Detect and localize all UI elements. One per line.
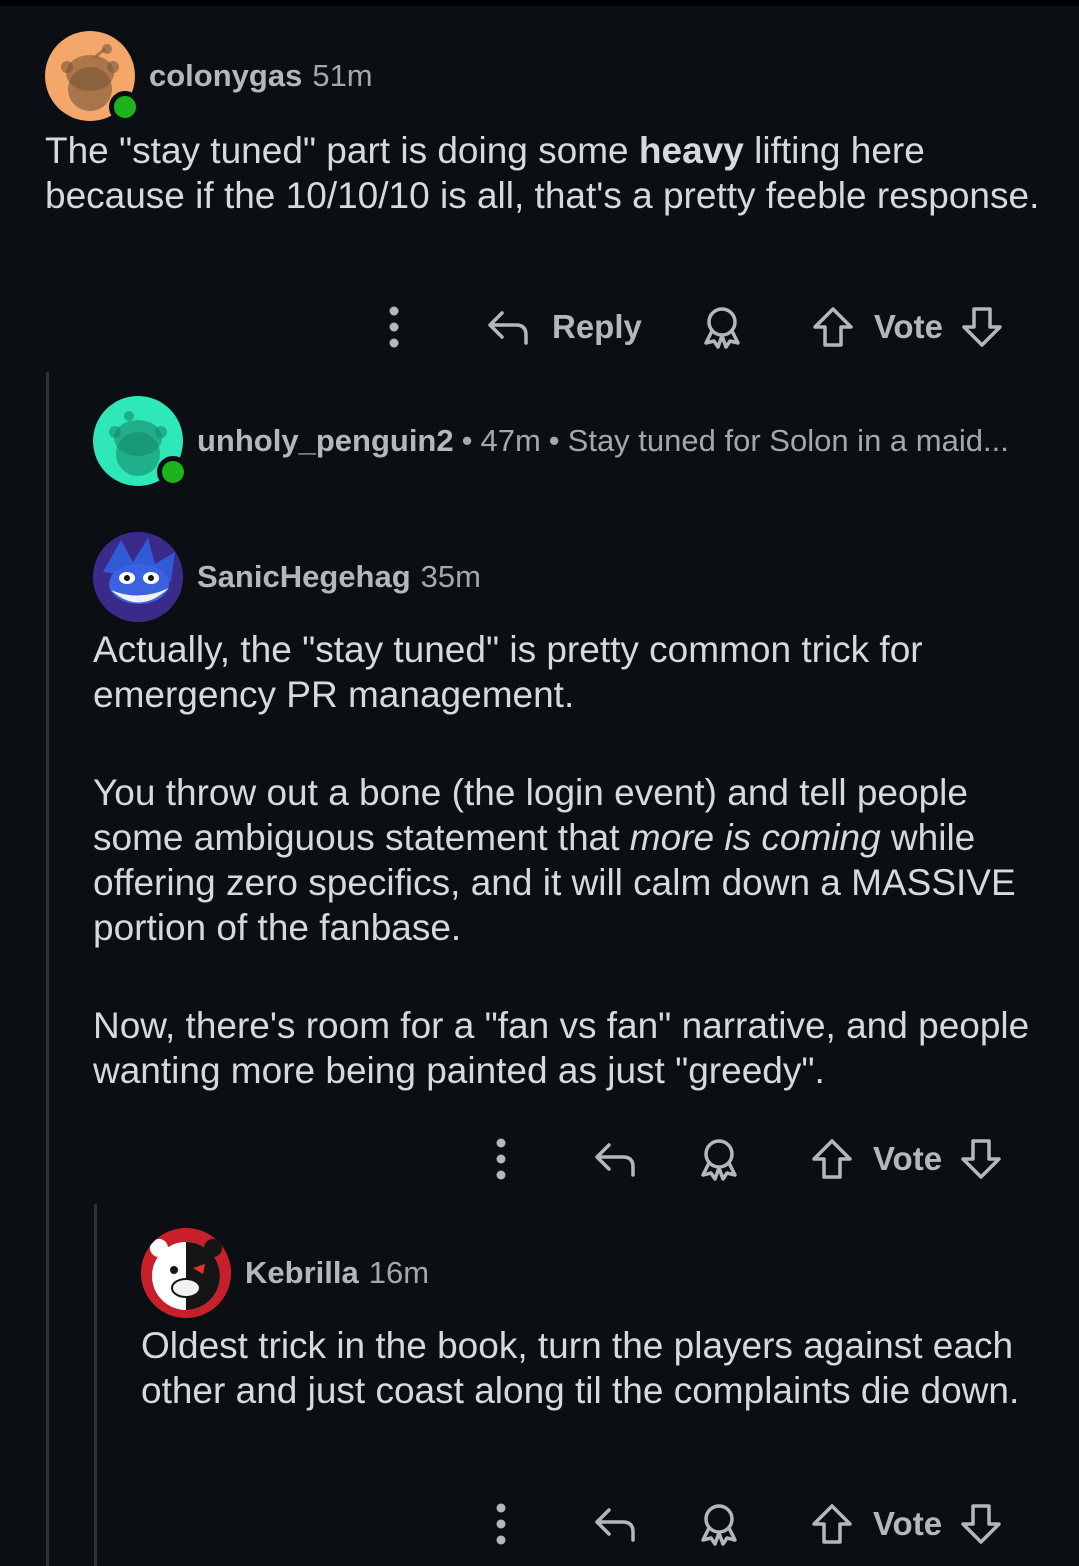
author-name[interactable]: unholy_penguin2 <box>197 423 454 459</box>
comment-unholy-penguin2-collapsed[interactable]: unholy_penguin2 • 47m • Stay tuned for S… <box>93 395 1053 488</box>
thread-line-level1[interactable] <box>46 372 49 1566</box>
reply-label: Reply <box>552 308 642 345</box>
comment-header: Kebrilla 16m <box>141 1227 1041 1319</box>
avatar[interactable] <box>45 31 141 123</box>
monokuma-avatar-icon <box>141 1228 231 1318</box>
reply-arrow-icon[interactable] <box>593 1139 637 1179</box>
comment-sanichegehag: SanicHegehag 35m Actually, the "stay tun… <box>93 531 1053 1093</box>
collapsed-preview: Stay tuned for Solon in a maid... <box>567 423 1009 458</box>
online-indicator <box>109 91 141 123</box>
comment-paragraph-3: Now, there's room for a "fan vs fan" nar… <box>93 1005 1030 1091</box>
comment-actions: Vote <box>489 1494 1002 1554</box>
comment-kebrilla: Kebrilla 16m Oldest trick in the book, t… <box>141 1227 1041 1413</box>
more-vertical-icon[interactable] <box>489 1502 513 1546</box>
top-bar <box>0 0 1079 6</box>
comment-body: The "stay tuned" part is doing some heav… <box>45 128 1045 218</box>
comment-text: The "stay tuned" part is doing some heav… <box>45 130 1040 216</box>
vote-label: Vote <box>873 308 943 345</box>
avatar[interactable] <box>141 1228 231 1318</box>
upvote-arrow-icon[interactable] <box>812 306 854 348</box>
downvote-arrow-icon[interactable] <box>960 1138 1002 1180</box>
online-indicator <box>157 456 189 488</box>
upvote-arrow-icon[interactable] <box>811 1138 853 1180</box>
comment-header: colonygas 51m <box>45 30 1045 123</box>
sonic-avatar-icon <box>93 532 183 622</box>
comment-header: unholy_penguin2 • 47m • Stay tuned for S… <box>93 395 1053 488</box>
vote-label: Vote <box>873 1140 943 1177</box>
vote-label: Vote <box>873 1505 943 1542</box>
downvote-arrow-icon[interactable] <box>960 1503 1002 1545</box>
comment-actions: Reply Vote <box>382 297 1003 357</box>
avatar[interactable] <box>93 532 183 622</box>
separator-dot: • <box>461 423 473 458</box>
thread-line-level2[interactable] <box>94 1204 97 1566</box>
timestamp: 51m <box>312 58 373 93</box>
vote-control: Vote <box>811 1503 1002 1545</box>
award-icon[interactable] <box>697 1502 741 1546</box>
upvote-arrow-icon[interactable] <box>811 1503 853 1545</box>
comment-colonygas: colonygas 51m The "stay tuned" part is d… <box>45 30 1045 218</box>
timestamp: 16m <box>368 1255 430 1290</box>
reply-arrow-icon <box>486 307 530 347</box>
timestamp: 35m <box>420 559 481 594</box>
award-icon[interactable] <box>697 1137 741 1181</box>
more-vertical-icon[interactable] <box>489 1137 513 1181</box>
award-icon[interactable] <box>700 305 744 349</box>
vote-control: Vote <box>811 1138 1002 1180</box>
timestamp: 47m <box>480 423 541 458</box>
separator-dot: • <box>548 423 560 458</box>
reply-arrow-icon[interactable] <box>593 1504 637 1544</box>
more-vertical-icon[interactable] <box>382 305 406 349</box>
comment-actions: Vote <box>489 1129 1002 1189</box>
avatar[interactable] <box>93 396 189 488</box>
comment-text: Oldest trick in the book, turn the playe… <box>141 1325 1020 1411</box>
comment-body: Actually, the "stay tuned" is pretty com… <box>93 627 1043 1093</box>
comment-header: SanicHegehag 35m <box>93 531 1053 623</box>
downvote-arrow-icon[interactable] <box>961 306 1003 348</box>
comment-paragraph-2: You throw out a bone (the login event) a… <box>93 772 1016 948</box>
author-name[interactable]: colonygas <box>149 58 302 94</box>
author-name[interactable]: SanicHegehag <box>197 559 411 595</box>
vote-control: Vote <box>812 306 1003 348</box>
author-name[interactable]: Kebrilla <box>245 1255 359 1291</box>
reply-button[interactable]: Reply <box>486 307 642 347</box>
comment-paragraph-1: Actually, the "stay tuned" is pretty com… <box>93 629 923 715</box>
comment-body: Oldest trick in the book, turn the playe… <box>141 1323 1041 1413</box>
